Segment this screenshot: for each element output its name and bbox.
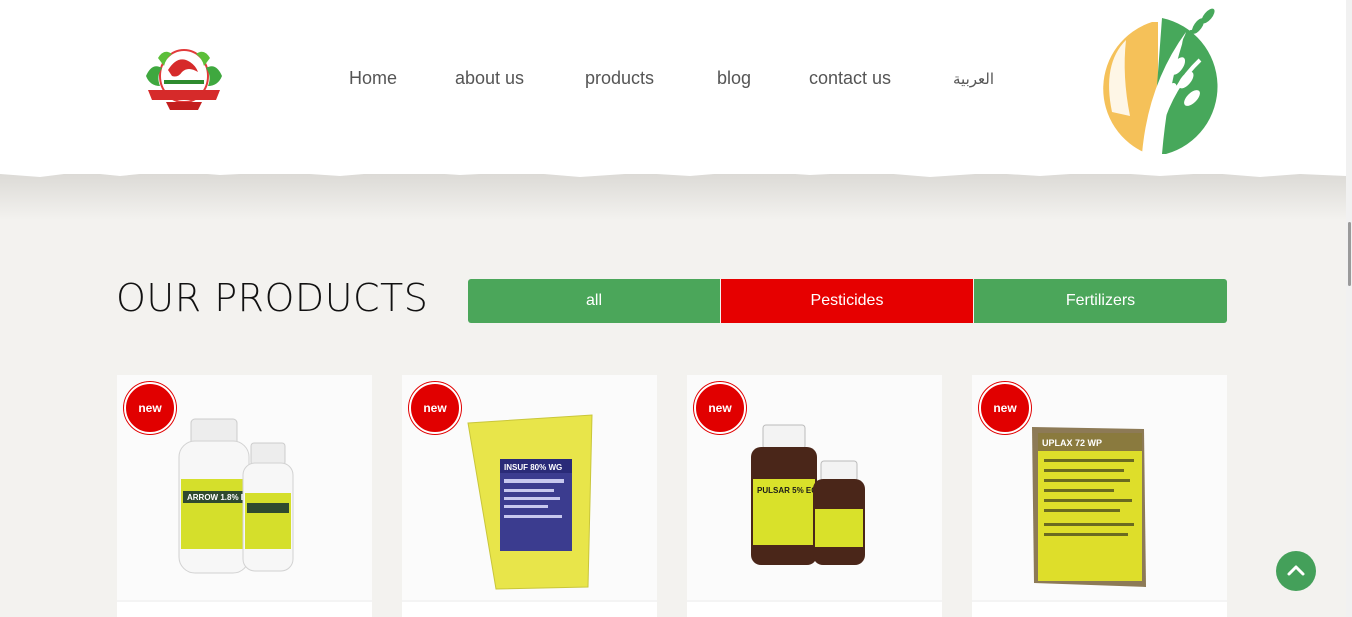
new-badge: new (979, 382, 1031, 434)
product-label-text: PULSAR 5% EC (757, 486, 817, 495)
back-to-top-button[interactable] (1276, 551, 1316, 591)
product-label-text: ARROW 1.8% EC (187, 493, 252, 502)
product-label-text: INSUF 80% WG (504, 463, 562, 472)
section-title: OUR PRODUCTS (116, 276, 429, 320)
nav-language-arabic[interactable]: العربية (953, 70, 994, 96)
product-label-text: UPLAX 72 WP (1042, 438, 1102, 448)
nav-home[interactable]: Home (349, 68, 397, 94)
product-card[interactable]: UPLAX 72 WP new (972, 375, 1227, 617)
nav-contact-us[interactable]: contact us (809, 68, 891, 94)
brand-logo[interactable] (138, 40, 230, 114)
nav-blog[interactable]: blog (717, 68, 751, 94)
new-badge: new (409, 382, 461, 434)
filter-fertilizers-button[interactable]: Fertilizers (973, 279, 1227, 323)
filter-pesticides-button[interactable]: Pesticides (720, 279, 973, 323)
category-filter-bar: all Pesticides Fertilizers (468, 279, 1227, 323)
wheat-logo[interactable] (1082, 4, 1232, 158)
product-card[interactable]: INSUF 80% WG new (402, 375, 657, 617)
product-card[interactable]: ARROW 1.8% EC new (117, 375, 372, 617)
new-badge: new (694, 382, 746, 434)
torn-paper-edge (0, 160, 1346, 220)
nav-about-us[interactable]: about us (455, 68, 524, 94)
page-scrollbar[interactable] (1346, 0, 1352, 617)
scrollbar-thumb[interactable] (1348, 222, 1351, 286)
product-card[interactable]: PULSAR 5% EC new (687, 375, 942, 617)
new-badge: new (124, 382, 176, 434)
chevron-up-icon (1287, 565, 1305, 576)
filter-all-button[interactable]: all (468, 279, 720, 323)
nav-products[interactable]: products (585, 68, 654, 94)
